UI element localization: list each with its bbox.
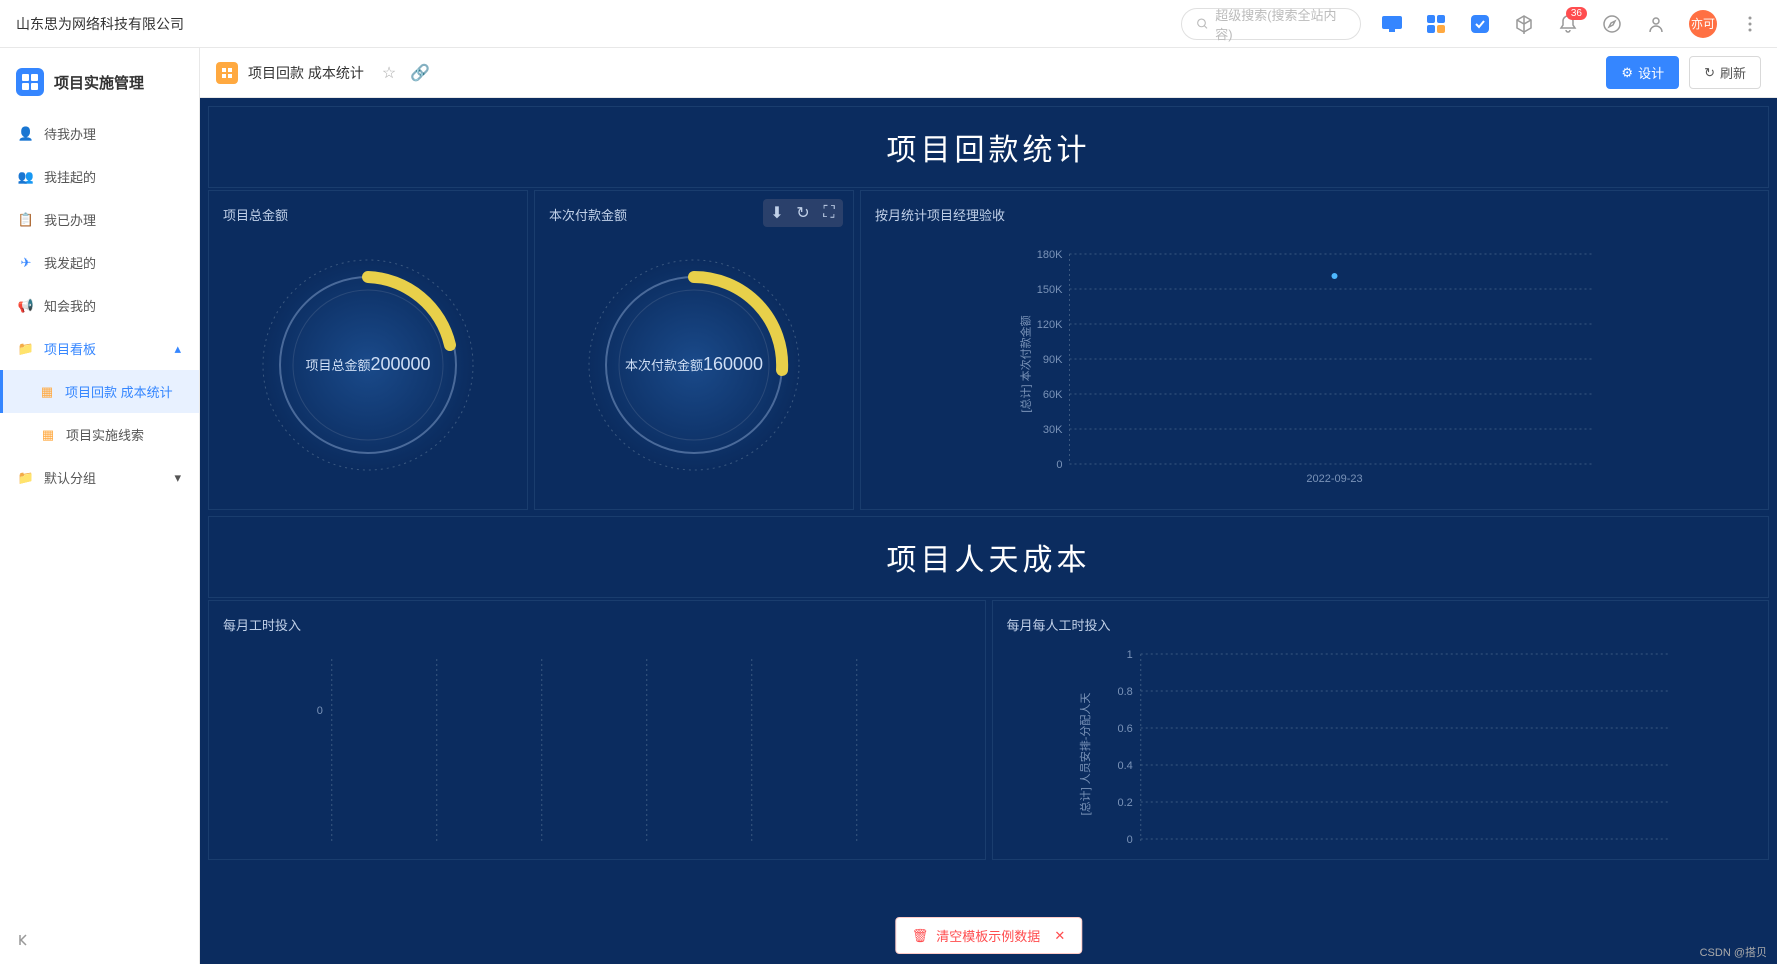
settings-icon: ⚙ [1621,65,1633,81]
sidebar-item-done[interactable]: 📋 我已办理 [0,198,199,241]
app-logo-icon [16,68,44,96]
sidebar-item-initiated[interactable]: ✈ 我发起的 [0,241,199,284]
sidebar-header: 项目实施管理 [0,58,199,112]
card-title: 按月统计项目经理验收 [875,205,1754,224]
gauge-label: 本次付款金额160000 [625,354,763,375]
apps-icon[interactable] [1425,13,1447,35]
search-input[interactable]: 超级搜索(搜索全站内容) [1181,8,1361,40]
sidebar-item-clue[interactable]: ▦ 项目实施线索 [0,413,199,456]
sidebar-item-stats[interactable]: ▦ 项目回款 成本统计 [0,370,199,413]
svg-text:30K: 30K [1043,424,1063,436]
more-icon[interactable] [1739,13,1761,35]
chart-icon: ▦ [39,384,55,400]
monitor-icon[interactable] [1381,13,1403,35]
pending-icon: 👥 [18,169,34,185]
card-title: 项目总金额 [223,205,513,224]
dashboard[interactable]: 项目回款统计 项目总金额 [200,98,1777,964]
send-icon: ✈ [18,255,34,271]
star-icon[interactable]: ☆ [382,63,396,83]
section-payment-title: 项目回款统计 [208,106,1769,188]
trash-icon: 🗑 [912,928,929,944]
svg-text:0.2: 0.2 [1117,797,1132,809]
monthly-hours-card: 每月工时投入 0 [208,600,986,860]
link-icon[interactable]: 🔗 [410,63,430,83]
svg-text:0.4: 0.4 [1117,760,1132,772]
compass-icon[interactable] [1601,13,1623,35]
folder-icon: 📁 [18,341,34,357]
svg-text:0: 0 [317,705,323,717]
sidebar-item-pending[interactable]: 👥 我挂起的 [0,155,199,198]
refresh-icon: ↻ [1704,65,1715,81]
svg-text:0: 0 [1126,834,1132,846]
manager-acceptance-card: 按月统计项目经理验收 0 30K 60K 90K 120K 150K 180K 2022-0… [860,190,1769,510]
svg-text:0.8: 0.8 [1117,686,1132,698]
collapse-sidebar-button[interactable] [12,928,36,952]
svg-text:120K: 120K [1037,319,1063,331]
cube-icon[interactable] [1513,13,1535,35]
page-header: 项目回款 成本统计 ☆ 🔗 ⚙ 设计 ↻ 刷新 [200,48,1777,98]
svg-text:[总计] 人员安排-分配人天: [总计] 人员安排-分配人天 [1077,693,1091,816]
svg-text:60K: 60K [1043,389,1063,401]
done-icon: 📋 [18,212,34,228]
svg-text:0.6: 0.6 [1117,723,1132,735]
card-title: 每月工时投入 [223,615,971,634]
section-cost-title: 项目人天成本 [208,516,1769,598]
notify-icon: 📢 [18,298,34,314]
clear-template-button[interactable]: 🗑 清空模板示例数据 ✕ [895,917,1082,954]
card-title: 每月每人工时投入 [1007,615,1755,634]
gauge-label: 项目总金额200000 [305,354,430,375]
card-toolbar: ⬇ ↻ ⛶ [763,199,843,227]
thispay-amount-card: 本次付款金额 ⬇ ↻ ⛶ [534,190,854,510]
sidebar-item-notify[interactable]: 📢 知会我的 [0,284,199,327]
avatar[interactable]: 亦可 [1689,10,1717,38]
svg-text:[总计] 本次付款金额: [总计] 本次付款金额 [1019,315,1033,412]
sidebar-item-board[interactable]: 📁 项目看板 ▴ [0,327,199,370]
svg-text:150K: 150K [1037,284,1063,296]
svg-text:180K: 180K [1037,249,1063,261]
refresh-icon[interactable]: ↻ [791,201,815,225]
user-icon[interactable] [1645,13,1667,35]
line-chart: 0 [223,644,971,854]
user-todo-icon: 👤 [18,126,34,142]
chart-icon: ▦ [40,427,56,443]
folder-icon: 📁 [18,470,34,486]
watermark: CSDN @搭贝 [1700,944,1767,960]
design-button[interactable]: ⚙ 设计 [1606,56,1679,89]
svg-text:2022-09-23: 2022-09-23 [1306,473,1362,485]
main: 项目回款 成本统计 ☆ 🔗 ⚙ 设计 ↻ 刷新 项目回款统计 [200,48,1777,964]
chevron-up-icon: ▴ [174,341,181,357]
bell-icon[interactable]: 36 [1557,13,1579,35]
notification-badge: 36 [1566,7,1587,20]
person-hours-card: 每月每人工时投入 0 0.2 0.4 0.6 0.8 1 [总计] 人员安排-分配人天 [992,600,1770,860]
top-header: 山东思为网络科技有限公司 超级搜索(搜索全站内容) 36 亦可 [0,0,1777,48]
sidebar-title: 项目实施管理 [54,72,144,93]
svg-text:90K: 90K [1043,354,1063,366]
close-icon[interactable]: ✕ [1054,928,1065,944]
sidebar-item-todo[interactable]: 👤 待我办理 [0,112,199,155]
sidebar: 项目实施管理 👤 待我办理 👥 我挂起的 📋 我已办理 ✈ 我发起的 📢 知会我… [0,48,200,964]
total-amount-card: 项目总金额 项目总金额200000 [208,190,528,510]
scatter-chart: 0 30K 60K 90K 120K 150K 180K 2022-09-23 [总计] 本… [875,234,1754,504]
page-title: 项目回款 成本统计 [248,63,364,83]
search-icon [1196,17,1209,31]
line-chart: 0 0.2 0.4 0.6 0.8 1 [总计] 人员安排-分配人天 [1007,644,1755,854]
refresh-button[interactable]: ↻ 刷新 [1689,56,1761,89]
chevron-down-icon: ▾ [174,470,181,486]
svg-text:0: 0 [1056,459,1062,471]
fullscreen-icon[interactable]: ⛶ [817,201,841,225]
svg-text:1: 1 [1126,649,1132,661]
download-icon[interactable]: ⬇ [765,201,789,225]
sidebar-item-default-group[interactable]: 📁 默认分组 ▾ [0,456,199,499]
page-icon [216,62,238,84]
check-icon[interactable] [1469,13,1491,35]
top-icons: 36 亦可 [1381,10,1761,38]
company-name: 山东思为网络科技有限公司 [16,14,184,34]
